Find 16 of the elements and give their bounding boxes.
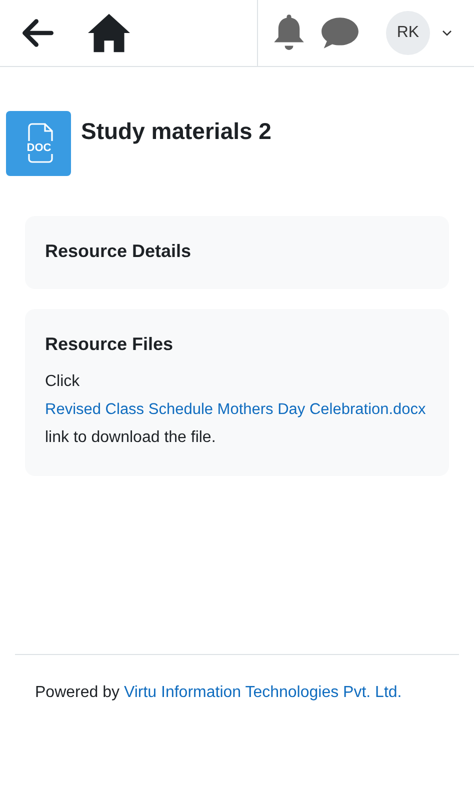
speech-bubble-icon [320, 15, 360, 51]
home-icon [86, 12, 132, 54]
page-title: Study materials 2 [81, 117, 272, 146]
company-link[interactable]: Virtu Information Technologies Pvt. Ltd. [124, 684, 402, 701]
section-heading: Resource Details [45, 240, 192, 263]
user-menu-button[interactable]: RK [386, 11, 452, 55]
messages-button[interactable] [320, 15, 360, 51]
footer-text: Powered by Virtu Information Technologies Pvt. Ltd. [35, 683, 403, 703]
chevron-down-icon [442, 30, 452, 36]
user-avatar: RK [386, 11, 430, 55]
file-link[interactable]: Revised Class Schedule Mothers Day Celebration.docx [45, 401, 426, 418]
section-heading: Resource Files [45, 333, 174, 356]
document-icon: DOC [6, 111, 71, 176]
notifications-button[interactable] [272, 13, 306, 53]
download-instructions: Click Revised Class Schedule Mothers Day Celebration.docx link to download the file. [45, 372, 427, 448]
bell-icon [272, 13, 306, 53]
